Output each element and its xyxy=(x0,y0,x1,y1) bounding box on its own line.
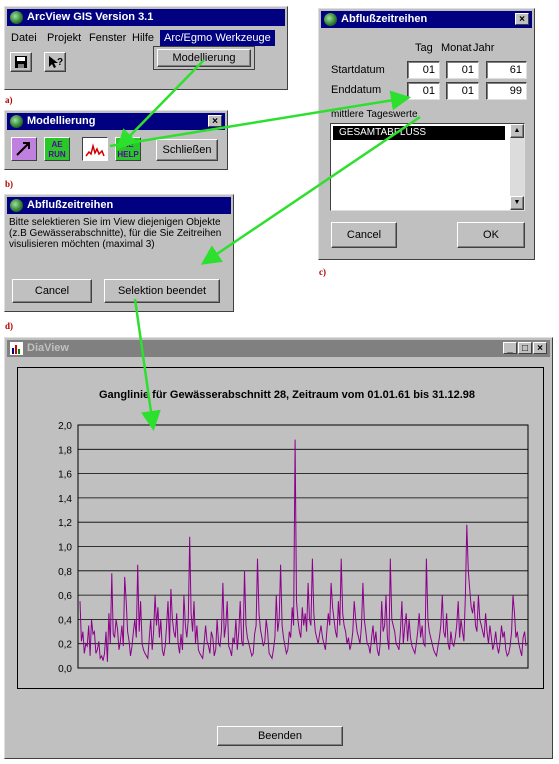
menu-hilfe[interactable]: Hilfe xyxy=(132,30,154,46)
date-dialog: Abflußzeitreihen × Tag Monat Jahr Startd… xyxy=(318,8,535,260)
floppy-disk-icon xyxy=(15,56,27,68)
y-tick-label: 0,8 xyxy=(58,567,72,578)
selection-dialog: Abflußzeitreihen Bitte selektieren Sie i… xyxy=(4,194,234,312)
modellierung-globe-icon xyxy=(10,115,23,128)
maximize-icon[interactable]: □ xyxy=(518,342,532,354)
arcview-menubar: Datei Projekt Fenster Hilfe Arc/Egmo Wer… xyxy=(9,30,283,46)
ok-button[interactable]: OK xyxy=(457,222,525,248)
hydrograph-chart: Ganglinie für Gewässerabschnitt 28, Zeit… xyxy=(58,389,529,675)
y-tick-label: 0,4 xyxy=(58,615,72,626)
chart-area: Ganglinie für Gewässerabschnitt 28, Zeit… xyxy=(17,367,544,689)
close-icon[interactable]: × xyxy=(208,115,222,127)
list-item-gesamtabfluss[interactable]: GESAMTABFLUSS xyxy=(333,126,505,140)
end-year-field[interactable]: 99 xyxy=(486,82,527,100)
hydrograph-icon xyxy=(85,143,105,157)
help-pointer-button[interactable]: ? xyxy=(44,52,66,72)
modellierung-title: Modellierung xyxy=(27,115,96,127)
selection-dialog-title: Abflußzeitreihen xyxy=(27,199,114,211)
menu-fenster[interactable]: Fenster xyxy=(89,30,126,46)
modellierung-titlebar: Modellierung × xyxy=(7,113,225,130)
date-cancel-button[interactable]: Cancel xyxy=(331,222,397,248)
chart-title: Ganglinie für Gewässerabschnitt 28, Zeit… xyxy=(99,389,475,401)
svg-text:?: ? xyxy=(57,57,63,68)
tageswerte-label: mittlere Tageswerte xyxy=(331,109,418,120)
arrow-icon xyxy=(16,142,30,156)
scroll-down-icon[interactable]: ▼ xyxy=(510,196,524,210)
arcview-globe-icon xyxy=(10,11,23,24)
help-cursor-icon: ? xyxy=(49,56,63,68)
col-monat: Monat xyxy=(441,42,472,54)
series-listbox[interactable]: GESAMTABFLUSS ▲ ▼ xyxy=(330,123,525,211)
y-tick-label: 1,4 xyxy=(58,494,72,505)
y-tick-label: 0,0 xyxy=(58,664,72,675)
y-tick-label: 1,8 xyxy=(58,445,72,456)
arcview-title: ArcView GIS Version 3.1 xyxy=(27,11,154,23)
diaview-close-icon[interactable]: × xyxy=(533,342,547,354)
menu-projekt[interactable]: Projekt xyxy=(47,30,81,46)
diaview-chart-icon xyxy=(10,342,23,355)
label-a: a) xyxy=(5,95,13,105)
arcegmo-dropdown: Modellierung xyxy=(153,46,255,70)
selektion-beendet-button[interactable]: Selektion beendet xyxy=(104,279,220,303)
ae-help-button[interactable]: AE HELP xyxy=(115,137,141,161)
date-dialog-close-icon[interactable]: × xyxy=(515,13,529,25)
ae-help-label: AE HELP xyxy=(117,140,139,159)
arcview-titlebar: ArcView GIS Version 3.1 xyxy=(7,9,285,26)
beenden-button[interactable]: Beenden xyxy=(217,726,343,746)
enddatum-label: Enddatum xyxy=(331,84,382,96)
hydrograph-tool-button[interactable] xyxy=(82,137,108,161)
menu-arcegmo-werkzeuge[interactable]: Arc/Egmo Werkzeuge xyxy=(160,30,275,46)
diaview-window: DiaView _ □ × Ganglinie für Gewässerabsc… xyxy=(4,337,553,759)
start-year-field[interactable]: 61 xyxy=(486,61,527,79)
end-day-field[interactable]: 01 xyxy=(407,82,440,100)
col-jahr: Jahr xyxy=(473,42,495,54)
y-tick-label: 0,2 xyxy=(58,640,72,651)
selection-message: Bitte selektieren Sie im View diejenigen… xyxy=(9,217,222,250)
startdatum-label: Startdatum xyxy=(331,64,385,76)
start-day-field[interactable]: 01 xyxy=(407,61,440,79)
selection-dialog-titlebar: Abflußzeitreihen xyxy=(7,197,231,214)
y-tick-label: 1,2 xyxy=(58,518,72,529)
minimize-icon[interactable]: _ xyxy=(503,342,517,354)
label-c: c) xyxy=(319,267,326,277)
arrow-tool-button[interactable] xyxy=(11,137,37,161)
modellierung-window: Modellierung × AE RUN AE HELP Schließen xyxy=(4,110,228,170)
menu-item-modellierung[interactable]: Modellierung xyxy=(157,49,251,67)
scroll-up-icon[interactable]: ▲ xyxy=(510,124,524,138)
selection-globe-icon xyxy=(10,199,23,212)
diaview-titlebar: DiaView _ □ × xyxy=(7,340,550,357)
y-tick-label: 2,0 xyxy=(58,421,72,432)
date-dialog-globe-icon xyxy=(324,13,337,26)
menu-datei[interactable]: Datei xyxy=(11,30,37,46)
date-dialog-title: Abflußzeitreihen xyxy=(341,13,428,25)
start-month-field[interactable]: 01 xyxy=(446,61,479,79)
ae-run-label: AE RUN xyxy=(48,140,66,159)
arcview-window: ArcView GIS Version 3.1 Datei Projekt Fe… xyxy=(4,6,288,90)
save-tool-button[interactable] xyxy=(10,52,32,72)
date-dialog-titlebar: Abflußzeitreihen × xyxy=(321,11,532,28)
schliessen-button[interactable]: Schließen xyxy=(156,139,218,161)
label-b: b) xyxy=(5,179,14,189)
y-tick-label: 1,0 xyxy=(58,543,72,554)
y-tick-label: 0,6 xyxy=(58,591,72,602)
ae-run-button[interactable]: AE RUN xyxy=(44,137,70,161)
y-tick-label: 1,6 xyxy=(58,470,72,481)
label-d: d) xyxy=(5,321,14,331)
col-tag: Tag xyxy=(415,42,433,54)
listbox-scrollbar[interactable]: ▲ ▼ xyxy=(510,124,524,210)
end-month-field[interactable]: 01 xyxy=(446,82,479,100)
selection-cancel-button[interactable]: Cancel xyxy=(12,279,92,303)
diaview-title: DiaView xyxy=(27,342,69,354)
